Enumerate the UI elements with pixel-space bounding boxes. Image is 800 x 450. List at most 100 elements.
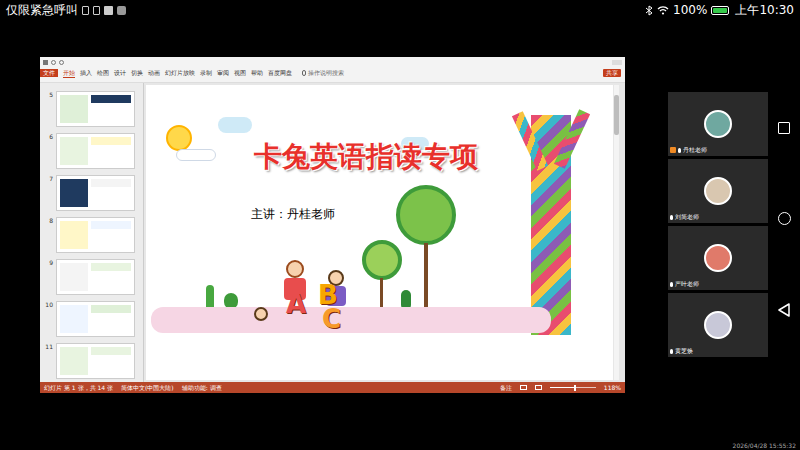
redo-icon[interactable]: [59, 60, 64, 65]
ribbon-tab[interactable]: 设计: [114, 69, 126, 77]
view-icon[interactable]: [535, 385, 542, 390]
thumbnail-preview: [56, 217, 135, 253]
battery-icon: [711, 6, 729, 15]
thumbnail-preview: [56, 91, 135, 127]
app-icon: [117, 6, 126, 15]
avatar: [704, 244, 732, 272]
ribbon-tab[interactable]: 帮助: [251, 69, 263, 77]
thumbnail-preview: [56, 343, 135, 379]
powerpoint-window: 文件开始插入绘图设计切换动画幻灯片放映录制审阅视图帮助百度网盘 操作说明搜索 共…: [40, 57, 625, 393]
status-text: 仅限紧急呼叫: [6, 1, 78, 19]
slide-thumbnail[interactable]: 11: [43, 343, 135, 379]
navigation-bar: [768, 20, 800, 450]
file-menu[interactable]: 文件: [40, 69, 58, 77]
participant-tile[interactable]: 黄芝焕: [668, 293, 768, 357]
sun-illustration: [166, 125, 192, 151]
accessibility[interactable]: 辅助功能: 调查: [182, 384, 222, 392]
ribbon-tab[interactable]: 审阅: [217, 69, 229, 77]
thumbnail-number: 9: [43, 259, 53, 295]
ribbon-tab[interactable]: 插入: [80, 69, 92, 77]
thumbnail-preview: [56, 301, 135, 337]
thumbnail-panel: 5 6 7 8 9 10 11: [40, 83, 144, 382]
kid-illustration: [254, 307, 268, 321]
language[interactable]: 简体中文(中国大陆): [121, 384, 174, 392]
search-field[interactable]: 操作说明搜索: [302, 69, 344, 77]
avatar: [704, 110, 732, 138]
participant-name: 黄芝焕: [675, 347, 693, 355]
thumbnail-preview: [56, 133, 135, 169]
ground-illustration: [151, 307, 551, 333]
thumbnail-number: 5: [43, 91, 53, 127]
usb-icon: [93, 6, 100, 15]
avatar: [704, 177, 732, 205]
kid-illustration: [286, 260, 304, 278]
ppt-status-bar: 幻灯片 第 1 张，共 14 张 简体中文(中国大陆) 辅助功能: 调查 备注 …: [40, 382, 625, 393]
slide-thumbnail[interactable]: 8: [43, 217, 135, 253]
ribbon-tab[interactable]: 幻灯片放映: [165, 69, 195, 77]
clock: 上午10:30: [735, 1, 794, 19]
slide-thumbnail[interactable]: 6: [43, 133, 135, 169]
zoom-thumb[interactable]: [574, 385, 576, 391]
thumbnail-preview: [56, 175, 135, 211]
ribbon-tab[interactable]: 视图: [234, 69, 246, 77]
participant-list: 丹桂老师刘简老师严叶老师黄芝焕: [668, 20, 768, 450]
recents-icon[interactable]: [778, 122, 790, 134]
mic-icon[interactable]: [670, 215, 673, 220]
tree-illustration: [396, 185, 456, 245]
thumbnail-number: 11: [43, 343, 53, 379]
tree-illustration: [362, 240, 402, 280]
notes-button[interactable]: 备注: [500, 384, 512, 392]
battery-text: 100%: [673, 1, 707, 19]
slide-info: 幻灯片 第 1 张，共 14 张: [44, 384, 113, 392]
thumbnail-preview: [56, 259, 135, 295]
bluetooth-icon: [645, 5, 653, 16]
timestamp: 2026/04/28 15:55:32: [733, 442, 796, 449]
ribbon-tab[interactable]: 录制: [200, 69, 212, 77]
letter-illustration: C: [322, 305, 341, 333]
minimize-icon[interactable]: [612, 60, 622, 65]
status-bar: 仅限紧急呼叫 100% 上午10:30: [0, 0, 800, 20]
mic-icon[interactable]: [670, 282, 673, 287]
ribbon-tab[interactable]: 切换: [131, 69, 143, 77]
cloud-illustration: [176, 149, 216, 161]
zoom-slider[interactable]: [550, 387, 596, 388]
participant-name: 刘简老师: [675, 213, 699, 221]
participant-tile[interactable]: 刘简老师: [668, 159, 768, 223]
zoom-value: 118%: [604, 384, 621, 392]
ribbon-tab[interactable]: 绘图: [97, 69, 109, 77]
save-icon[interactable]: [43, 60, 48, 65]
slide-thumbnail[interactable]: 7: [43, 175, 135, 211]
participant-tile[interactable]: 丹桂老师: [668, 92, 768, 156]
wifi-icon: [657, 5, 669, 15]
thumbnail-number: 10: [43, 301, 53, 337]
thumbnail-number: 6: [43, 133, 53, 169]
bulb-icon: [302, 70, 306, 76]
mic-icon[interactable]: [678, 148, 681, 153]
participant-tile[interactable]: 严叶老师: [668, 226, 768, 290]
battery-fill: [713, 8, 727, 13]
vertical-scrollbar[interactable]: [614, 85, 619, 380]
ribbon-tab[interactable]: 动画: [148, 69, 160, 77]
usb-icon: [82, 6, 89, 15]
slide: 卡兔英语指读专项 主讲：丹桂老师: [146, 85, 613, 380]
slide-thumbnail[interactable]: 5: [43, 91, 135, 127]
home-icon[interactable]: [778, 212, 791, 225]
slide-title: 卡兔英语指读专项: [254, 140, 478, 174]
thumbnail-number: 7: [43, 175, 53, 211]
avatar: [704, 311, 732, 339]
mic-icon[interactable]: [670, 349, 673, 354]
slide-thumbnail[interactable]: 9: [43, 259, 135, 295]
thumbnail-number: 8: [43, 217, 53, 253]
back-icon[interactable]: [778, 303, 790, 317]
ribbon-tab[interactable]: 开始: [63, 69, 75, 78]
share-button[interactable]: 共享: [603, 69, 621, 77]
undo-icon[interactable]: [51, 60, 56, 65]
participant-name: 丹桂老师: [683, 146, 707, 154]
zoom-fill: [550, 387, 574, 388]
view-icon[interactable]: [520, 385, 527, 390]
ribbon-tab[interactable]: 百度网盘: [268, 69, 292, 77]
sharing-icon: [670, 147, 676, 153]
slide-thumbnail[interactable]: 10: [43, 301, 135, 337]
letter-illustration: A: [286, 290, 306, 318]
participant-name: 严叶老师: [675, 280, 699, 288]
